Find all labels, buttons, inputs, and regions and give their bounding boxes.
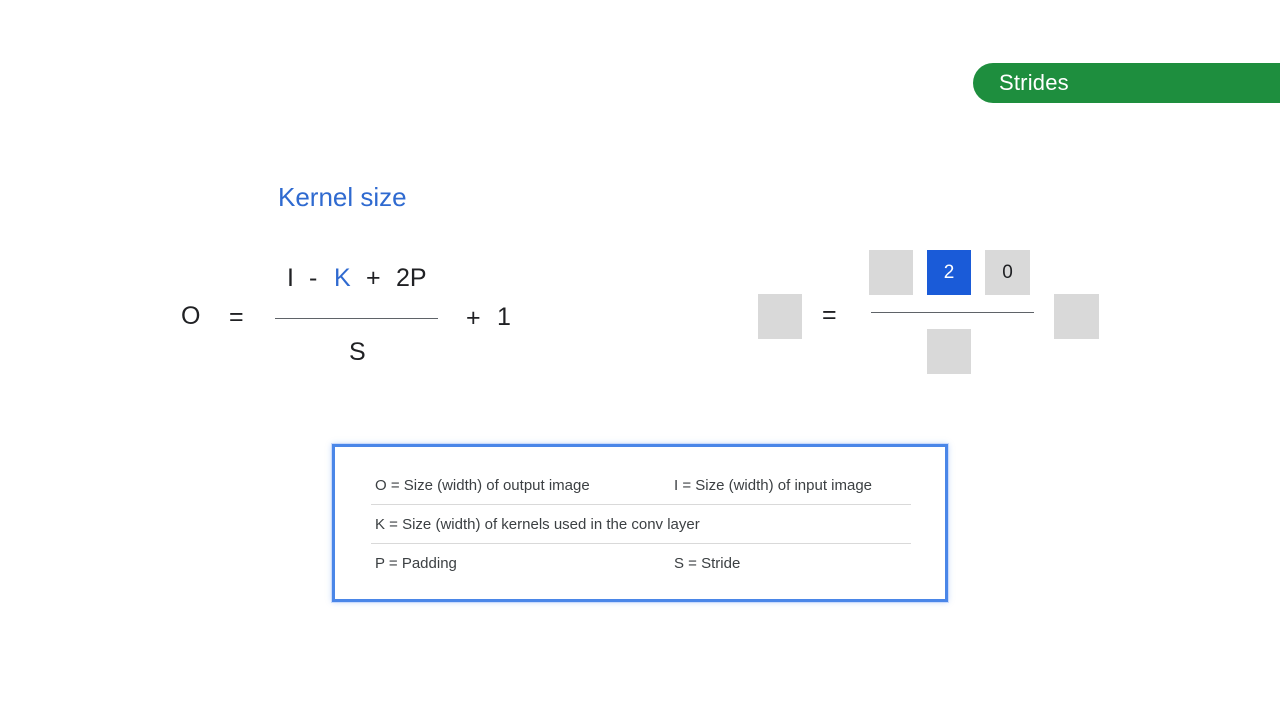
padding-value-box: 0 <box>985 250 1030 295</box>
legend-input-definition: I = Size (width) of input image <box>674 477 873 494</box>
section-tag-label: Strides <box>999 70 1069 95</box>
worked-example-fraction-bar <box>871 312 1034 313</box>
formula-minus-sign: - <box>309 264 318 292</box>
formula-output-symbol: O <box>181 302 201 330</box>
variable-legend: O = Size (width) of output image I = Siz… <box>332 444 948 602</box>
input-value-box <box>869 250 913 295</box>
legend-kernel-definition: K = Size (width) of kernels used in the … <box>375 516 700 533</box>
formula-fraction-bar <box>275 318 438 319</box>
legend-output-definition: O = Size (width) of output image <box>375 477 590 494</box>
section-tag-strides: Strides <box>973 63 1280 103</box>
formula-padding-term: 2P <box>396 264 427 292</box>
output-value-box <box>758 294 802 339</box>
worked-example-equals-sign: = <box>822 301 837 329</box>
plus-one-value-box <box>1054 294 1099 339</box>
formula-stride-symbol: S <box>349 338 366 366</box>
legend-row: P = Padding S = Stride <box>371 543 911 582</box>
formula-plus-one-value: 1 <box>497 303 511 331</box>
kernel-size-heading: Kernel size <box>278 182 407 212</box>
legend-stride-definition: S = Stride <box>674 555 741 572</box>
formula-plus-sign: + <box>366 264 381 292</box>
formula-equals-sign: = <box>229 303 244 331</box>
legend-row: O = Size (width) of output image I = Siz… <box>371 465 911 505</box>
legend-row: K = Size (width) of kernels used in the … <box>371 504 911 544</box>
formula-input-symbol: I <box>287 264 294 292</box>
formula-kernel-symbol: K <box>334 264 351 292</box>
formula-plus-one-sign: + <box>466 304 481 332</box>
kernel-value-box: 2 <box>927 250 971 295</box>
stride-value-box <box>927 329 971 374</box>
legend-padding-definition: P = Padding <box>375 555 457 572</box>
